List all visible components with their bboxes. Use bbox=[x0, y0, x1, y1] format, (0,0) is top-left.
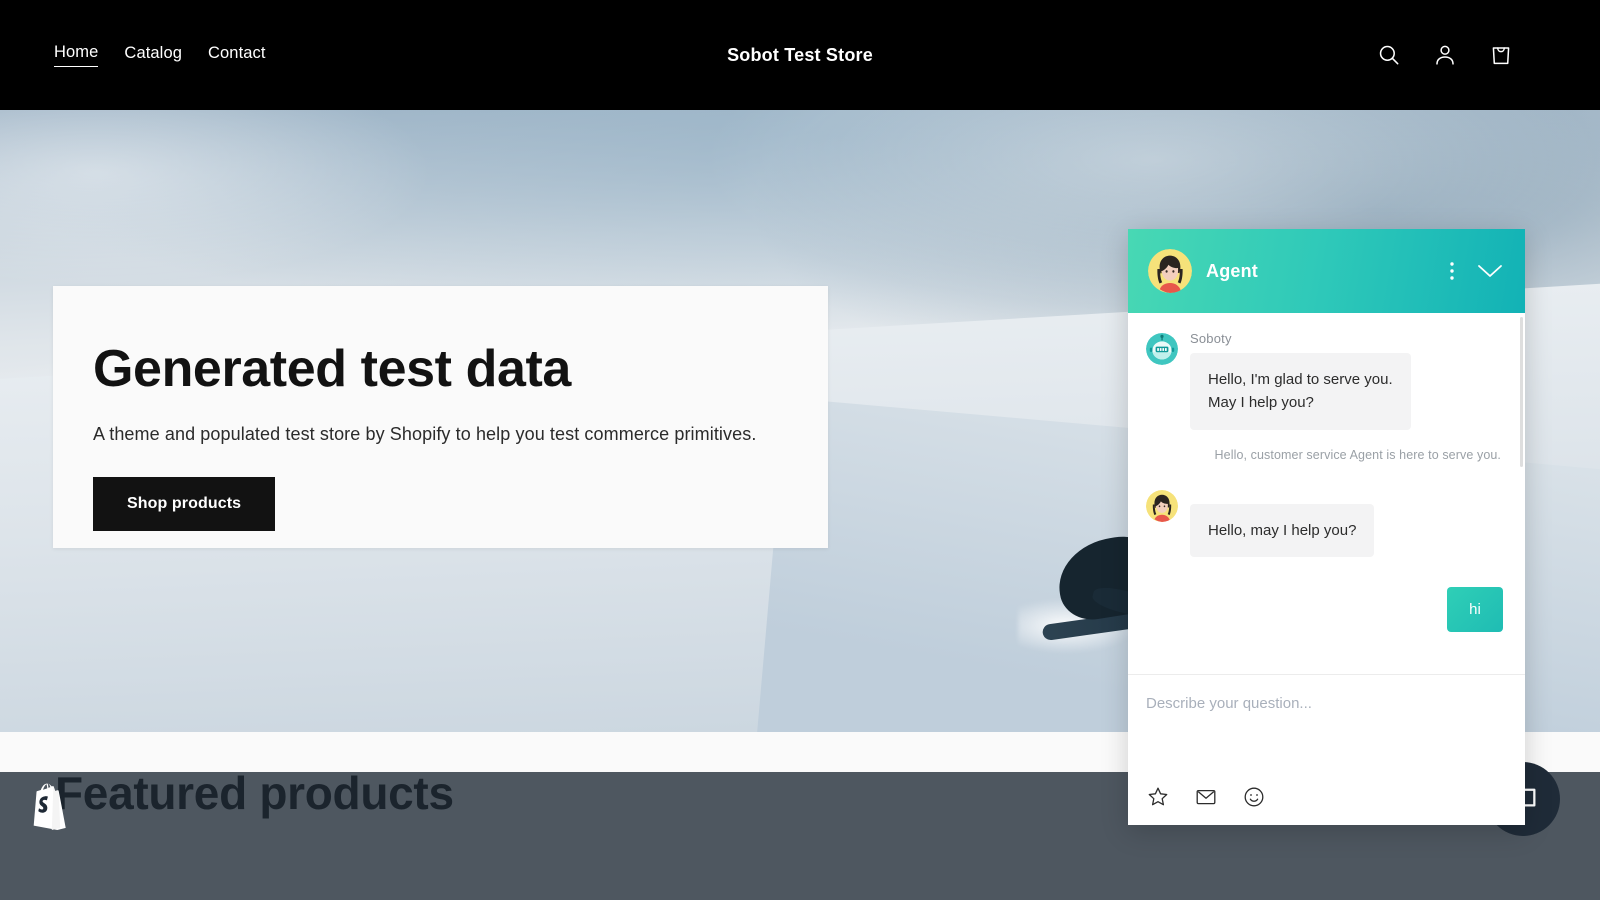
chat-agent-name: Agent bbox=[1206, 260, 1258, 281]
store-title: Sobot Test Store bbox=[727, 44, 873, 65]
chat-message-incoming: Soboty Hello, I'm glad to serve you. May… bbox=[1146, 331, 1503, 430]
chat-sender-name: Soboty bbox=[1190, 331, 1232, 346]
kebab-menu-icon[interactable] bbox=[1449, 260, 1455, 282]
chat-bubble-text: Hello, I'm glad to serve you. May I help… bbox=[1190, 353, 1411, 430]
agent-avatar-icon bbox=[1148, 249, 1192, 293]
page-root: Home Catalog Contact Sobot Test Store Ge… bbox=[0, 0, 1600, 900]
chat-system-note: Hello, customer service Agent is here to… bbox=[1214, 447, 1501, 462]
hero-subheading: A theme and populated test store by Shop… bbox=[93, 424, 757, 445]
chat-scrollbar[interactable] bbox=[1520, 317, 1523, 467]
chat-message-incoming: Hello, may I help you? bbox=[1146, 488, 1503, 557]
bot-avatar-icon bbox=[1146, 333, 1178, 365]
account-icon[interactable] bbox=[1432, 42, 1458, 68]
shopping-bag-icon[interactable] bbox=[1488, 42, 1514, 68]
search-icon[interactable] bbox=[1376, 42, 1402, 68]
header-actions bbox=[1376, 42, 1560, 68]
shop-products-button[interactable]: Shop products bbox=[93, 477, 276, 532]
chat-message-list[interactable]: Soboty Hello, I'm glad to serve you. May… bbox=[1128, 313, 1525, 674]
chat-message-outgoing: hi bbox=[1146, 586, 1503, 632]
nav-link-catalog[interactable]: Catalog bbox=[124, 44, 182, 67]
smiley-icon[interactable] bbox=[1242, 785, 1266, 809]
chat-bubble-line: Hello, I'm glad to serve you. bbox=[1208, 371, 1393, 388]
chat-message-input[interactable] bbox=[1146, 695, 1507, 712]
nav-link-home[interactable]: Home bbox=[54, 43, 99, 67]
star-icon[interactable] bbox=[1146, 785, 1170, 809]
chat-bubble-text: Hello, may I help you? bbox=[1190, 503, 1375, 557]
agent-avatar-icon bbox=[1146, 489, 1178, 522]
shopify-logo-icon bbox=[28, 783, 72, 833]
envelope-icon[interactable] bbox=[1194, 785, 1218, 809]
page-title: Generated test data bbox=[93, 340, 571, 398]
chat-header-actions bbox=[1449, 260, 1503, 282]
nav-link-contact[interactable]: Contact bbox=[208, 44, 266, 67]
chat-widget: Agent Soboty Hello, I'm glad to serve yo… bbox=[1128, 229, 1525, 825]
chat-toolbar bbox=[1146, 769, 1266, 825]
hero-content-card: Generated test data A theme and populate… bbox=[53, 286, 828, 548]
chat-input-area bbox=[1128, 675, 1525, 825]
chat-header: Agent bbox=[1128, 229, 1525, 313]
primary-nav: Home Catalog Contact bbox=[54, 43, 266, 67]
chat-bubble-line: May I help you? bbox=[1208, 394, 1314, 412]
chevron-down-icon[interactable] bbox=[1477, 263, 1503, 279]
site-header: Home Catalog Contact Sobot Test Store bbox=[0, 0, 1600, 110]
chat-bubble-text: hi bbox=[1447, 586, 1503, 632]
